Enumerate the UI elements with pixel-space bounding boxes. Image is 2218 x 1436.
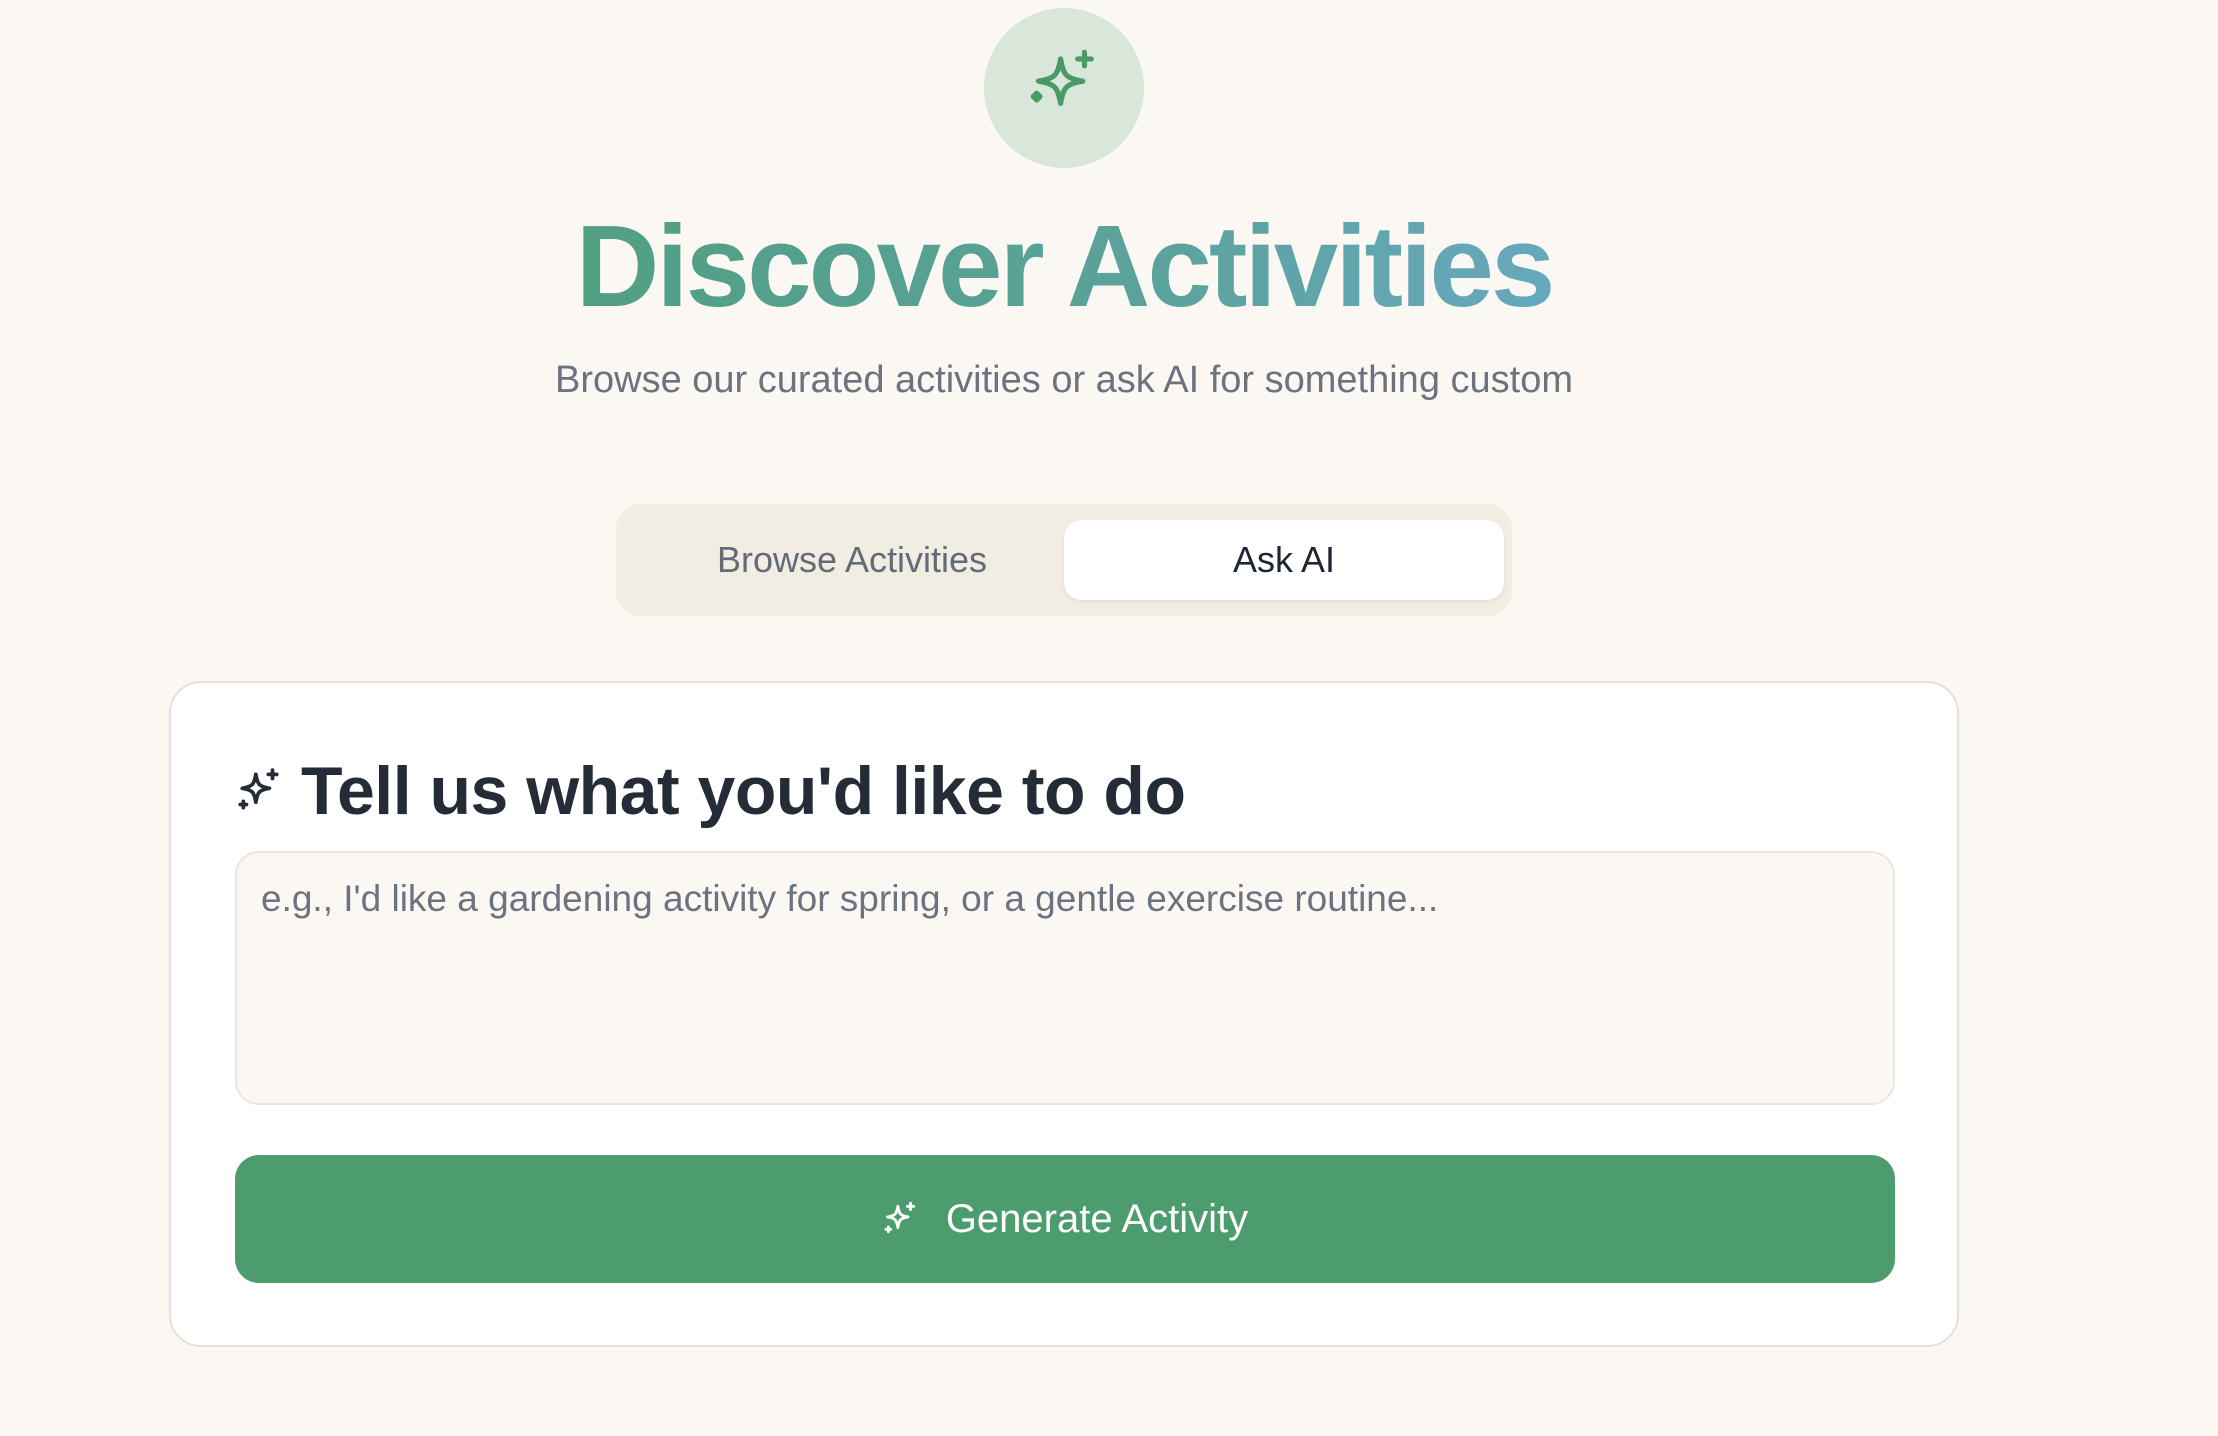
card-heading: Tell us what you'd like to do	[235, 749, 1186, 833]
page-title-text: Discover Activities	[575, 201, 1556, 331]
page-subtitle: Browse our curated activities or ask AI …	[555, 359, 1573, 401]
hero-badge	[984, 8, 1144, 168]
sparkles-icon	[235, 766, 285, 816]
tab-switcher: Browse Activities Ask AI	[616, 504, 1512, 616]
ask-ai-card: Tell us what you'd like to do Generate A…	[169, 681, 1959, 1347]
activity-prompt-input[interactable]	[235, 851, 1895, 1105]
tab-ask-ai[interactable]: Ask AI	[1064, 520, 1504, 600]
card-heading-text: Tell us what you'd like to do	[301, 753, 1186, 829]
sparkles-icon	[882, 1200, 920, 1238]
page-title: Discover Activities	[0, 196, 2128, 336]
tab-browse-activities[interactable]: Browse Activities	[632, 520, 1072, 600]
generate-button-label: Generate Activity	[945, 1196, 1249, 1241]
generate-activity-button[interactable]: Generate Activity	[235, 1155, 1895, 1283]
sparkles-icon	[1030, 49, 1094, 106]
